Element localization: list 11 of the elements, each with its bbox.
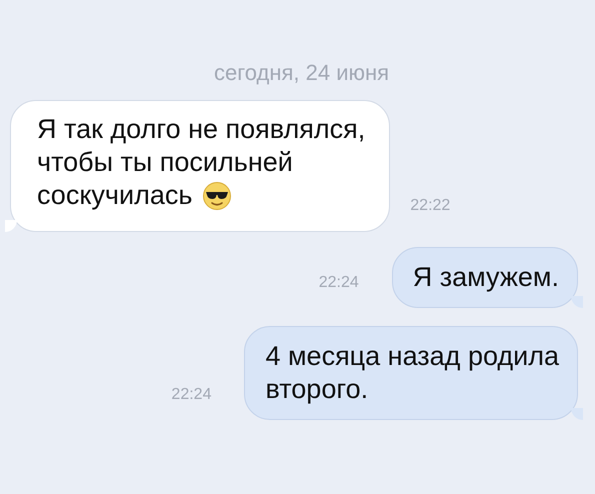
message-text: второго. <box>265 373 368 406</box>
sunglasses-emoji-icon <box>202 180 232 210</box>
message-text: Я так долго не появлялся, <box>37 113 366 146</box>
message-text: соскучилась <box>37 179 192 212</box>
message-text: чтобы ты посильней <box>37 146 293 179</box>
message-time: 22:24 <box>171 386 212 404</box>
message-text: 4 месяца назад родила <box>265 340 559 373</box>
message-time: 22:24 <box>318 274 359 292</box>
date-separator: сегодня, 24 июня <box>214 60 390 86</box>
message-time: 22:22 <box>410 197 450 215</box>
message-text: Я замужем. <box>412 261 559 294</box>
